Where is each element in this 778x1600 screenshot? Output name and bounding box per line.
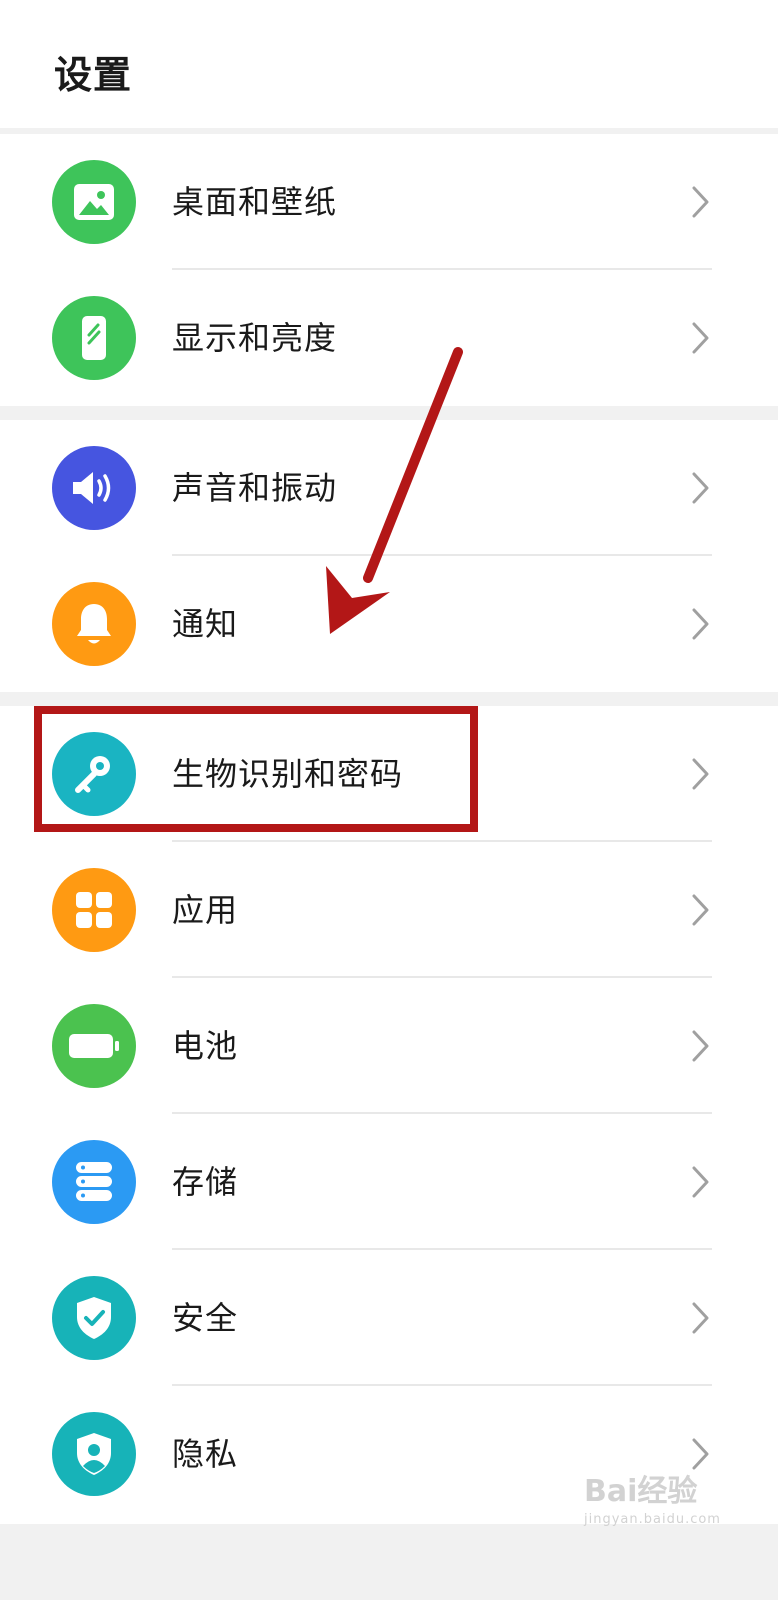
bell-icon: [52, 582, 136, 666]
battery-icon: [52, 1004, 136, 1088]
phone-display-icon: [52, 296, 136, 380]
chevron-right-icon: [692, 1030, 709, 1062]
settings-item-storage[interactable]: 存储: [0, 1114, 778, 1250]
chevron-right-icon: [692, 472, 709, 504]
baidu-jingyan-watermark: Bai经验 jingyan.baidu.com: [584, 1466, 744, 1536]
chevron-right-icon: [692, 322, 709, 354]
settings-item-label: 桌面和壁纸: [172, 183, 338, 221]
settings-item-biometrics[interactable]: 生物识别和密码: [0, 706, 778, 842]
settings-item-label: 安全: [172, 1299, 239, 1337]
key-icon: [52, 732, 136, 816]
settings-item-sound[interactable]: 声音和振动: [0, 420, 778, 556]
settings-group-system: 生物识别和密码 应用 电池 存储 安全 隐私: [0, 706, 778, 1524]
settings-item-battery[interactable]: 电池: [0, 978, 778, 1114]
settings-item-display[interactable]: 显示和亮度: [0, 270, 778, 406]
chevron-right-icon: [692, 608, 709, 640]
settings-item-security[interactable]: 安全: [0, 1250, 778, 1386]
settings-item-label: 电池: [172, 1027, 239, 1065]
settings-group-display: 桌面和壁纸 显示和亮度: [0, 134, 778, 406]
chevron-right-icon: [692, 894, 709, 926]
settings-item-label: 声音和振动: [172, 469, 338, 507]
settings-item-label: 应用: [172, 891, 239, 929]
apps-grid-icon: [52, 868, 136, 952]
chevron-right-icon: [692, 758, 709, 790]
chevron-right-icon: [692, 186, 709, 218]
storage-icon: [52, 1140, 136, 1224]
settings-item-label: 通知: [172, 605, 239, 643]
settings-item-apps[interactable]: 应用: [0, 842, 778, 978]
privacy-shield-icon: [52, 1412, 136, 1496]
watermark-brand: Bai经验: [584, 1474, 698, 1509]
image-icon: [52, 160, 136, 244]
watermark-url: jingyan.baidu.com: [584, 1512, 721, 1527]
settings-item-label: 生物识别和密码: [172, 755, 404, 793]
settings-item-notifications[interactable]: 通知: [0, 556, 778, 692]
settings-item-label: 显示和亮度: [172, 319, 338, 357]
page-title: 设置: [54, 53, 133, 97]
speaker-icon: [52, 446, 136, 530]
shield-check-icon: [52, 1276, 136, 1360]
settings-group-sound: 声音和振动 通知: [0, 420, 778, 692]
settings-item-wallpaper[interactable]: 桌面和壁纸: [0, 134, 778, 270]
settings-item-label: 存储: [172, 1163, 239, 1201]
chevron-right-icon: [692, 1302, 709, 1334]
settings-item-label: 隐私: [172, 1435, 239, 1473]
header: 设置: [0, 0, 778, 128]
chevron-right-icon: [692, 1166, 709, 1198]
